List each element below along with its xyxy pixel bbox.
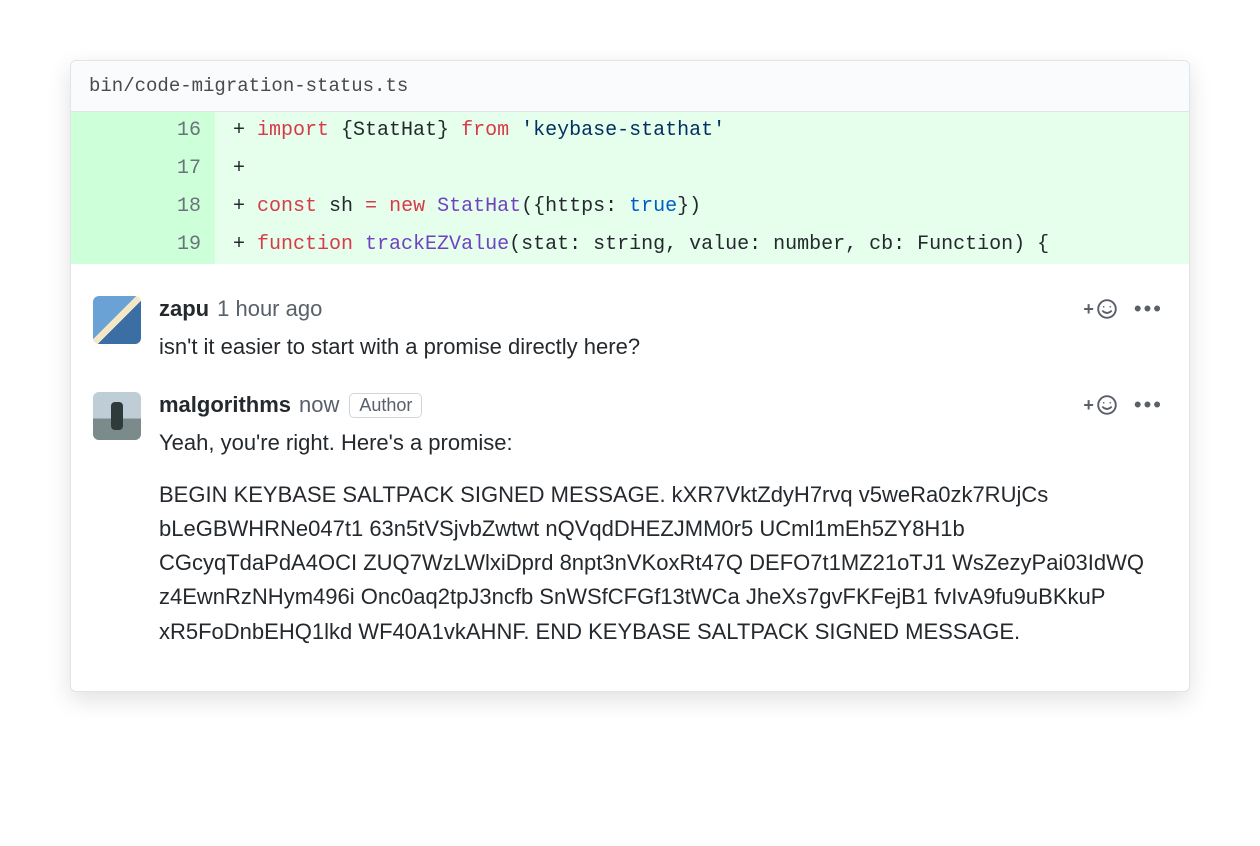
new-line-number: 19 [143, 226, 215, 264]
diff-code: + import {StatHat} from 'keybase-stathat… [215, 112, 1189, 150]
new-line-number: 18 [143, 188, 215, 226]
comment-text: Yeah, you're right. Here's a promise: BEG… [159, 426, 1167, 649]
diff-row: 18+ const sh = new StatHat({https: true}… [71, 188, 1189, 226]
kebab-menu-icon[interactable]: ••• [1130, 298, 1167, 320]
smiley-icon [1096, 298, 1118, 320]
avatar[interactable] [93, 392, 141, 440]
diff-code: + function trackEZValue(stat: string, va… [215, 226, 1189, 264]
diff-row: 19+ function trackEZValue(stat: string, … [71, 226, 1189, 264]
plus-icon: + [1083, 299, 1094, 320]
plus-icon: + [1083, 395, 1094, 416]
file-path: bin/code-migration-status.ts [89, 75, 408, 97]
avatar[interactable] [93, 296, 141, 344]
comment-header: zapu 1 hour ago + ••• [159, 296, 1167, 322]
comment-body: malgorithms now Author + ••• Yeah, you're ri… [159, 392, 1167, 649]
comment-paragraph: isn't it easier to start with a promise … [159, 330, 1167, 364]
comment-timestamp: now [299, 392, 339, 418]
diff-code: + const sh = new StatHat({https: true}) [215, 188, 1189, 226]
comment-text: isn't it easier to start with a promise … [159, 330, 1167, 364]
author-badge: Author [349, 393, 422, 418]
comment: malgorithms now Author + ••• Yeah, you're ri… [93, 378, 1167, 663]
comment-timestamp: 1 hour ago [217, 296, 322, 322]
smiley-icon [1096, 394, 1118, 416]
comment-author[interactable]: zapu [159, 296, 209, 322]
comments-section: zapu 1 hour ago + ••• isn't it easier to st… [71, 264, 1189, 691]
old-line-number [71, 150, 143, 188]
comment-paragraph: Yeah, you're right. Here's a promise: [159, 426, 1167, 460]
new-line-number: 16 [143, 112, 215, 150]
old-line-number [71, 188, 143, 226]
add-reaction-button[interactable]: + [1079, 296, 1122, 322]
comment-paragraph: BEGIN KEYBASE SALTPACK SIGNED MESSAGE. k… [159, 478, 1167, 648]
old-line-number [71, 226, 143, 264]
old-line-number [71, 112, 143, 150]
diff-code: + [215, 150, 1189, 188]
file-path-header: bin/code-migration-status.ts [71, 61, 1189, 112]
diff-table: 16+ import {StatHat} from 'keybase-stath… [71, 112, 1189, 264]
comment-author[interactable]: malgorithms [159, 392, 291, 418]
new-line-number: 17 [143, 150, 215, 188]
comment: zapu 1 hour ago + ••• isn't it easier to st… [93, 282, 1167, 378]
comment-header: malgorithms now Author + ••• [159, 392, 1167, 418]
diff-row: 16+ import {StatHat} from 'keybase-stath… [71, 112, 1189, 150]
diff-card: bin/code-migration-status.ts 16+ import … [70, 60, 1190, 692]
comment-body: zapu 1 hour ago + ••• isn't it easier to st… [159, 296, 1167, 364]
add-reaction-button[interactable]: + [1079, 392, 1122, 418]
diff-row: 17+ [71, 150, 1189, 188]
kebab-menu-icon[interactable]: ••• [1130, 394, 1167, 416]
